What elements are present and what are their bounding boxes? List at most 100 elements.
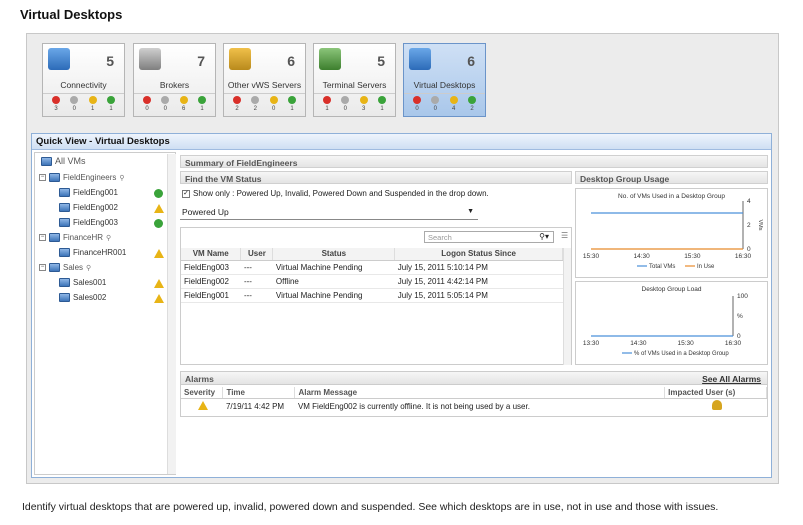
- terminal-icon: [319, 48, 341, 70]
- vm-table-scrollbar[interactable]: [563, 248, 571, 365]
- show-only-option[interactable]: ✓ Show only : Powered Up, Invalid, Power…: [182, 189, 489, 198]
- warning-status-icon: [154, 249, 164, 258]
- card-status-count: 1: [109, 106, 113, 112]
- card-status[interactable]: 0: [410, 96, 424, 112]
- tree-item-label: Sales001: [73, 278, 107, 287]
- card-status[interactable]: 1: [375, 96, 389, 112]
- column-header[interactable]: Severity: [181, 387, 224, 399]
- table-row[interactable]: FieldEng002 --- Offline July 15, 2011 4:42:…: [181, 274, 563, 289]
- search-icon[interactable]: ⚲▾: [539, 232, 549, 241]
- card-status[interactable]: 2: [465, 96, 479, 112]
- show-only-checkbox[interactable]: ✓: [182, 189, 190, 198]
- see-all-alarms-link[interactable]: See All Alarms: [702, 374, 761, 384]
- tree-item[interactable]: FieldEng002: [59, 203, 118, 212]
- table-cell: FieldEng001: [181, 288, 241, 303]
- warning-status-icon: [88, 96, 97, 104]
- card-status[interactable]: 1: [195, 96, 209, 112]
- x-tick-label: 16:30: [735, 253, 752, 260]
- find-vm-title: Find the VM Status: [180, 171, 572, 184]
- card-status-count: 3: [54, 106, 58, 112]
- column-header[interactable]: Time: [222, 387, 296, 399]
- card-virtual-desktops[interactable]: 6 Virtual Desktops 0 0 4 2: [403, 43, 486, 117]
- column-header[interactable]: Alarm Message: [294, 387, 666, 399]
- y-tick-label: 2: [747, 222, 751, 229]
- connectivity-icon: [48, 48, 70, 70]
- table-cell: Virtual Machine Pending: [272, 260, 395, 275]
- alarm-time: 7/19/11 4:42 PM: [225, 401, 285, 411]
- card-status-count: 1: [290, 106, 294, 112]
- pin-icon[interactable]: ⚲: [86, 264, 91, 272]
- y-axis-label: VMs: [757, 220, 763, 231]
- column-header[interactable]: Impacted User (s): [664, 387, 767, 399]
- virtual-desktop-icon: [59, 293, 70, 302]
- y-tick-label: 4: [747, 198, 751, 205]
- card-status[interactable]: 3: [357, 96, 371, 112]
- column-header[interactable]: User: [240, 248, 274, 261]
- card-status[interactable]: 1: [320, 96, 334, 112]
- card-status[interactable]: 0: [67, 96, 81, 112]
- card-brokers[interactable]: 7 Brokers 0 0 6 1: [133, 43, 216, 117]
- tree-group[interactable]: − FieldEngineers ⚲: [39, 173, 125, 182]
- x-tick-label: 14:30: [630, 340, 647, 347]
- tree-item[interactable]: FinanceHR001: [59, 248, 126, 257]
- column-header[interactable]: VM Name: [181, 248, 242, 261]
- card-status[interactable]: 2: [248, 96, 262, 112]
- offline-status-icon: [161, 96, 170, 104]
- card-status[interactable]: 0: [428, 96, 442, 112]
- card-status[interactable]: 0: [158, 96, 172, 112]
- ok-status-icon: [154, 219, 163, 228]
- pin-icon[interactable]: ⚲: [106, 234, 111, 242]
- tree-item-label: FieldEng001: [73, 188, 118, 197]
- card-status[interactable]: 3: [49, 96, 63, 112]
- column-header[interactable]: Logon Status Since: [394, 248, 563, 261]
- y-tick-label: 100: [737, 293, 748, 300]
- y-tick-label: 0: [747, 246, 751, 253]
- card-status[interactable]: 1: [104, 96, 118, 112]
- card-other-vws-servers[interactable]: 6 Other vWS Servers 2 2 0 1: [223, 43, 306, 117]
- tree-item[interactable]: Sales002: [59, 293, 106, 302]
- search-input[interactable]: Search ⚲▾: [424, 231, 554, 243]
- alarm-row[interactable]: 7/19/11 4:42 PM VM FieldEng002 is current…: [181, 398, 767, 414]
- card-status[interactable]: 4: [447, 96, 461, 112]
- user-icon[interactable]: [712, 400, 723, 411]
- table-row[interactable]: FieldEng003 --- Virtual Machine Pending Jul…: [181, 260, 563, 275]
- status-dropdown[interactable]: Powered Up ▼: [180, 207, 478, 220]
- legend-label: % of VMs Used in a Desktop Group: [634, 351, 729, 357]
- table-cell: FieldEng002: [181, 274, 241, 289]
- tree-item[interactable]: Sales001: [59, 278, 106, 287]
- card-label: Connectivity: [43, 80, 124, 94]
- monitor-icon: [41, 156, 52, 166]
- collapse-icon[interactable]: −: [39, 234, 46, 241]
- tree-item-label: Sales002: [73, 293, 107, 302]
- desktops-icon: [409, 48, 431, 70]
- ok-status-icon: [106, 96, 115, 104]
- card-status-count: 2: [470, 106, 474, 112]
- collapse-icon[interactable]: −: [39, 174, 46, 181]
- tree-group[interactable]: − Sales ⚲: [39, 263, 91, 272]
- card-status[interactable]: 0: [267, 96, 281, 112]
- column-header[interactable]: Status: [272, 248, 396, 261]
- card-terminal-servers[interactable]: 5 Terminal Servers 1 0 3 1: [313, 43, 396, 117]
- card-status-count: 4: [451, 106, 456, 112]
- card-status[interactable]: 6: [177, 96, 191, 112]
- collapse-icon[interactable]: −: [39, 264, 46, 271]
- card-status[interactable]: 0: [338, 96, 352, 112]
- table-row[interactable]: FieldEng001 --- Virtual Machine Pending Jul…: [181, 288, 563, 303]
- card-status[interactable]: 2: [230, 96, 244, 112]
- tree-root[interactable]: All VMs: [41, 156, 86, 166]
- tree-scrollbar[interactable]: [167, 154, 176, 474]
- pin-icon[interactable]: ⚲: [119, 174, 124, 182]
- card-status[interactable]: 0: [140, 96, 154, 112]
- critical-status-icon: [413, 96, 421, 104]
- tree-item[interactable]: FieldEng001: [59, 188, 118, 197]
- virtual-desktop-icon: [59, 278, 70, 287]
- card-status[interactable]: 1: [285, 96, 299, 112]
- tree-item[interactable]: FieldEng003: [59, 218, 118, 227]
- card-count: 5: [377, 53, 385, 69]
- column-chooser-icon[interactable]: ☰: [561, 231, 568, 240]
- card-connectivity[interactable]: 5 Connectivity 3 0 1 1: [42, 43, 125, 117]
- desktop-group-icon: [49, 173, 60, 182]
- card-status[interactable]: 1: [86, 96, 100, 112]
- servers-icon: [229, 48, 251, 70]
- tree-group[interactable]: − FinanceHR ⚲: [39, 233, 111, 242]
